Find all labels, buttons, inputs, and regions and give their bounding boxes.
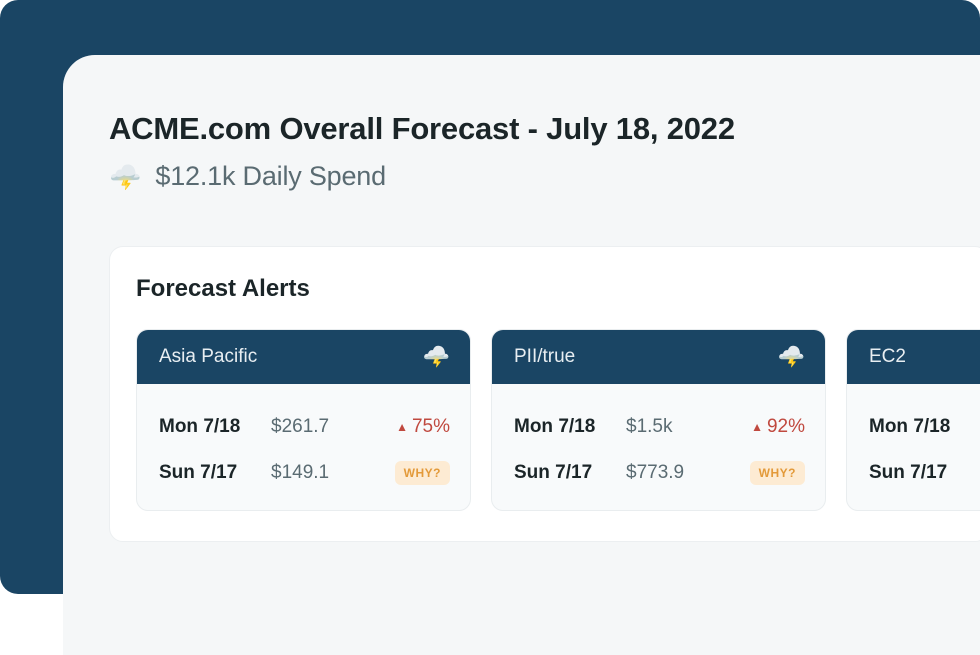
alert-card-name: Asia Pacific (159, 346, 257, 368)
forecast-alerts-panel: Forecast Alerts Asia Pacific 🌩️ Mon 7/18… (109, 246, 980, 542)
alert-card-header: Asia Pacific 🌩️ (137, 330, 470, 384)
alert-row-value: $1.5k (626, 416, 716, 438)
alert-card-asia-pacific[interactable]: Asia Pacific 🌩️ Mon 7/18 $261.7 ▲ 75% (136, 329, 471, 511)
alert-row-delta-value: 75% (412, 416, 450, 438)
alert-row: Mon 7/18 (869, 404, 980, 450)
alert-card-name: EC2 (869, 346, 906, 368)
alert-row: Mon 7/18 $261.7 ▲ 75% (159, 404, 450, 450)
alert-card-body: Mon 7/18 Sun 7/17 (847, 384, 980, 510)
app-frame-outer: ACME.com Overall Forecast - July 18, 202… (0, 0, 980, 594)
alert-card-body: Mon 7/18 $261.7 ▲ 75% Sun 7/17 $149.1 WH… (137, 384, 470, 510)
forecast-alerts-title: Forecast Alerts (136, 275, 962, 303)
storm-cloud-icon: 🌩️ (778, 346, 805, 368)
alert-card-name: PII/true (514, 346, 575, 368)
alert-row-value: $773.9 (626, 462, 716, 484)
alert-row: Sun 7/17 (869, 450, 980, 496)
alert-row-date: Mon 7/18 (869, 416, 980, 438)
alert-card-body: Mon 7/18 $1.5k ▲ 92% Sun 7/17 $773.9 WHY… (492, 384, 825, 510)
alert-row: Mon 7/18 $1.5k ▲ 92% (514, 404, 805, 450)
why-button[interactable]: WHY? (395, 461, 450, 485)
alert-cards-row: Asia Pacific 🌩️ Mon 7/18 $261.7 ▲ 75% (136, 329, 962, 511)
alert-card-header: PII/true 🌩️ (492, 330, 825, 384)
alert-card-pii-true[interactable]: PII/true 🌩️ Mon 7/18 $1.5k ▲ 92% (491, 329, 826, 511)
daily-spend-label: $12.1k Daily Spend (155, 161, 386, 192)
storm-cloud-icon: 🌩️ (423, 346, 450, 368)
alert-row-delta: ▲ 75% (396, 416, 450, 438)
alert-row-date: Mon 7/18 (159, 416, 271, 438)
alert-row-date: Mon 7/18 (514, 416, 626, 438)
alert-row-value: $149.1 (271, 462, 361, 484)
alert-card-header: EC2 🌩️ (847, 330, 980, 384)
alert-row-delta-value: 92% (767, 416, 805, 438)
alert-row-date: Sun 7/17 (869, 462, 980, 484)
app-frame-inner: ACME.com Overall Forecast - July 18, 202… (63, 55, 980, 655)
alert-card-ec2[interactable]: EC2 🌩️ Mon 7/18 Sun 7/17 (846, 329, 980, 511)
alert-row: Sun 7/17 $149.1 WHY? (159, 450, 450, 496)
why-button[interactable]: WHY? (750, 461, 805, 485)
page-title: ACME.com Overall Forecast - July 18, 202… (109, 111, 980, 147)
up-arrow-icon: ▲ (751, 420, 763, 434)
up-arrow-icon: ▲ (396, 420, 408, 434)
alert-row: Sun 7/17 $773.9 WHY? (514, 450, 805, 496)
alert-row-date: Sun 7/17 (514, 462, 626, 484)
alert-row-date: Sun 7/17 (159, 462, 271, 484)
storm-cloud-icon: 🌩️ (109, 164, 141, 190)
subtitle-row: 🌩️ $12.1k Daily Spend (109, 161, 980, 192)
alert-row-value: $261.7 (271, 416, 361, 438)
alert-row-delta: ▲ 92% (751, 416, 805, 438)
